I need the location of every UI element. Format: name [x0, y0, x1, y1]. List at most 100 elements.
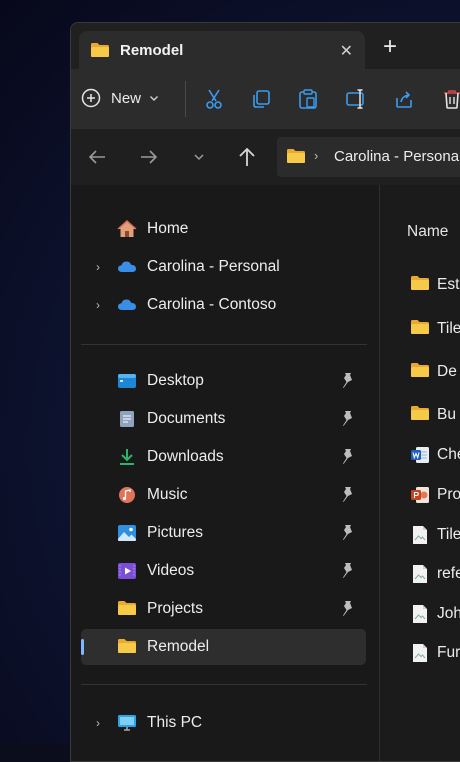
navigation-bar: › Carolina - Personal — [71, 129, 460, 185]
sidebar-item-label: Videos — [147, 562, 195, 579]
sidebar-item-carolina-personal[interactable]: › Carolina - Personal — [81, 249, 366, 285]
breadcrumb-chevron[interactable]: › — [314, 148, 318, 163]
sidebar-item-label: Carolina - Contoso — [147, 296, 277, 313]
image-file-icon — [410, 643, 430, 663]
cloud-icon — [117, 296, 137, 314]
file-name: Est — [437, 276, 460, 293]
folder-icon — [410, 275, 430, 295]
sidebar-divider — [81, 684, 367, 685]
navigation-pane: Home › Carolina - Personal › Carolina - … — [71, 185, 379, 761]
toolbar-divider — [185, 81, 186, 117]
cut-icon — [206, 89, 222, 109]
command-bar: New — [71, 69, 460, 129]
pictures-icon — [117, 524, 137, 542]
image-file-icon — [410, 525, 430, 545]
column-header-name[interactable]: Name — [407, 223, 448, 241]
powerpoint-icon — [410, 485, 430, 505]
tab-title: Remodel — [120, 42, 184, 59]
expand-chevron-icon[interactable]: › — [96, 260, 100, 274]
downloads-icon — [117, 448, 137, 466]
pin-icon[interactable] — [339, 524, 355, 542]
list-item[interactable]: Bu — [380, 398, 460, 432]
tab-remodel[interactable]: Remodel ✕ — [79, 31, 365, 69]
folder-icon — [286, 148, 306, 169]
copy-icon — [253, 90, 270, 108]
folder-icon — [117, 638, 137, 656]
file-name: Tile — [437, 526, 460, 543]
file-name: refe — [437, 565, 460, 582]
music-icon — [117, 486, 137, 504]
sidebar-item-label: This PC — [147, 714, 203, 731]
sidebar-item-documents[interactable]: Documents — [81, 401, 366, 437]
list-item[interactable]: De — [380, 355, 460, 389]
file-name: Joh — [437, 605, 460, 622]
paste-button[interactable] — [293, 85, 323, 113]
back-button[interactable] — [83, 143, 111, 171]
list-item[interactable]: Fur — [380, 636, 460, 670]
delete-icon — [444, 90, 460, 109]
breadcrumb-item[interactable]: Carolina - Personal — [334, 148, 460, 165]
file-list: Name Est Tile De Bu Che — [380, 185, 460, 761]
list-item[interactable]: Joh — [380, 597, 460, 631]
pc-icon — [117, 714, 137, 732]
chevron-down-icon — [150, 96, 159, 101]
copy-button[interactable] — [246, 85, 276, 113]
share-icon — [396, 91, 412, 108]
word-icon — [410, 445, 430, 465]
sidebar-item-videos[interactable]: Videos — [81, 553, 366, 589]
list-item[interactable]: Tile — [380, 312, 460, 346]
pin-icon[interactable] — [339, 448, 355, 466]
sidebar-item-this-pc[interactable]: › This PC — [81, 705, 366, 741]
sidebar-item-home[interactable]: Home — [81, 211, 366, 247]
new-button-label: New — [111, 89, 142, 107]
sidebar-item-label: Projects — [147, 600, 203, 617]
pin-icon[interactable] — [339, 410, 355, 428]
list-item[interactable]: Pro — [380, 478, 460, 512]
pin-icon[interactable] — [339, 600, 355, 618]
address-bar[interactable]: › Carolina - Personal — [277, 137, 460, 177]
plus-circle-icon — [81, 88, 101, 108]
list-item[interactable]: Tile — [380, 518, 460, 552]
expand-chevron-icon[interactable]: › — [96, 298, 100, 312]
sidebar-item-desktop[interactable]: Desktop — [81, 363, 366, 399]
sidebar-item-label: Desktop — [147, 372, 204, 389]
sidebar-item-carolina-contoso[interactable]: › Carolina - Contoso — [81, 287, 366, 323]
list-item[interactable]: refe — [380, 557, 460, 591]
file-name: Fur — [437, 644, 460, 661]
home-icon — [117, 219, 137, 238]
arrow-right-icon — [141, 150, 158, 164]
sidebar-item-pictures[interactable]: Pictures — [81, 515, 366, 551]
sidebar-item-label: Home — [147, 220, 189, 237]
forward-button[interactable] — [135, 143, 163, 171]
new-button[interactable]: New — [81, 83, 159, 113]
chevron-down-icon — [194, 154, 204, 161]
sidebar-item-music[interactable]: Music — [81, 477, 366, 513]
pin-icon[interactable] — [339, 486, 355, 504]
list-item[interactable]: Est — [380, 268, 460, 302]
close-tab-button[interactable]: ✕ — [340, 41, 353, 61]
videos-icon — [117, 562, 137, 580]
rename-button[interactable] — [341, 85, 371, 113]
documents-icon — [117, 410, 137, 428]
image-file-icon — [410, 604, 430, 624]
sidebar-item-downloads[interactable]: Downloads — [81, 439, 366, 475]
new-tab-button[interactable]: + — [375, 35, 405, 65]
cut-button[interactable] — [199, 85, 229, 113]
file-name: Che — [437, 446, 460, 463]
expand-chevron-icon[interactable]: › — [96, 716, 100, 730]
sidebar-item-projects[interactable]: Projects — [81, 591, 366, 627]
pin-icon[interactable] — [339, 372, 355, 390]
up-button[interactable] — [233, 143, 261, 171]
recent-locations-button[interactable] — [185, 143, 213, 171]
file-name: De — [437, 363, 457, 380]
file-name: Pro — [437, 486, 460, 503]
folder-icon — [410, 319, 430, 339]
list-item[interactable]: Che — [380, 438, 460, 472]
pin-icon[interactable] — [339, 562, 355, 580]
sidebar-item-remodel[interactable]: Remodel — [81, 629, 366, 665]
image-file-icon — [410, 564, 430, 584]
share-button[interactable] — [389, 85, 419, 113]
file-name: Bu — [437, 406, 456, 423]
sidebar-item-label: Carolina - Personal — [147, 258, 280, 275]
delete-button[interactable] — [437, 85, 460, 113]
